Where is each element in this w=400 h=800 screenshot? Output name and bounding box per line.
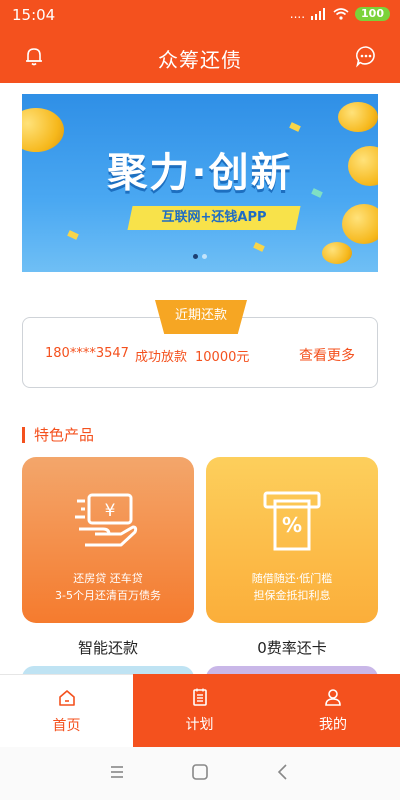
battery-icon: 100 (355, 7, 390, 21)
coin-decoration (322, 242, 352, 264)
page-title: 众筹还债 (158, 48, 242, 72)
product-card-zero-fee[interactable]: % 随借随还·低门槛 担保金抵扣利息 (206, 457, 378, 623)
product-desc-2: 3-5个月还清百万债务 (55, 589, 161, 602)
back-icon[interactable] (272, 761, 294, 783)
status-bar: 15:04 .... 100 (0, 0, 400, 30)
status-indicators: .... 100 (290, 7, 390, 21)
menu-icon[interactable] (106, 761, 128, 783)
confetti-decoration (289, 122, 301, 132)
tab-plan-label: 计划 (185, 717, 214, 733)
product-desc-1: 还房贷 还车贷 (73, 572, 143, 585)
svg-text:%: % (282, 513, 302, 537)
recent-repayment-tab: 近期还款 (155, 300, 247, 334)
carousel-dot[interactable] (202, 254, 207, 259)
coin-decoration (338, 102, 378, 132)
tab-mine-label: 我的 (319, 717, 347, 733)
app-header: 众筹还债 (0, 30, 400, 83)
carousel-indicator (22, 254, 378, 259)
product-desc-1: 随借随还·低门槛 (251, 572, 333, 585)
view-more-link[interactable]: 查看更多 (299, 345, 355, 365)
wifi-icon (333, 8, 349, 20)
cash-hand-icon: ¥ (75, 493, 138, 547)
tab-mine[interactable]: 我的 (266, 674, 400, 747)
status-time: 15:04 (12, 6, 56, 24)
percent-card-icon: % (263, 491, 321, 551)
repayment-phone: 180****3547 (45, 346, 129, 361)
signal-dots: .... (289, 7, 306, 21)
carousel-dot[interactable] (193, 254, 198, 259)
product-name[interactable]: 0费率还卡 (206, 637, 378, 658)
confetti-decoration (253, 242, 265, 252)
repayment-status: 成功放款 (135, 350, 188, 365)
promo-banner[interactable]: 聚力·创新 互联网+还钱APP (22, 94, 378, 272)
plan-list-icon (192, 688, 207, 706)
signal-icon (311, 8, 326, 20)
tab-plan[interactable]: 计划 (133, 674, 266, 747)
product-name[interactable]: 智能还款 (22, 637, 194, 658)
section-title: 特色产品 (22, 427, 94, 443)
home-icon (58, 690, 75, 706)
confetti-decoration (67, 230, 79, 240)
top-bar: 15:04 .... 100 众筹还债 (0, 0, 400, 83)
banner-tag: 互联网+还钱APP (161, 210, 267, 225)
chat-bubble-icon[interactable] (354, 44, 378, 68)
coin-decoration (342, 204, 378, 244)
svg-text:¥: ¥ (105, 501, 116, 521)
banner-headline: 聚力·创新 (107, 150, 293, 196)
bottom-tab-bar: 首页 计划 我的 (0, 674, 400, 747)
user-icon (325, 689, 341, 706)
tab-home[interactable]: 首页 (0, 674, 133, 747)
system-nav-bar (0, 747, 400, 800)
product-card-smart-repay[interactable]: ¥ 还房贷 还车贷 3-5个月还清百万债务 (22, 457, 194, 623)
repayment-amount: 10000元 (195, 350, 250, 365)
tab-home-label: 首页 (52, 718, 81, 734)
home-square-icon[interactable] (189, 761, 211, 783)
product-desc-2: 担保金抵扣利息 (253, 589, 331, 602)
